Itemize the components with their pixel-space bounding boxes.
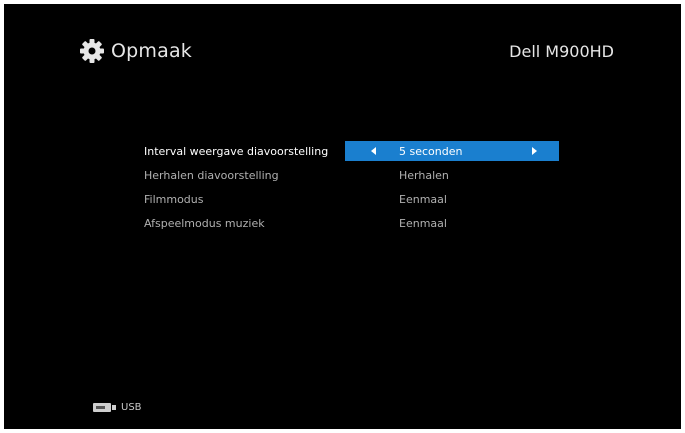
gear-icon (80, 39, 104, 63)
menu-item-slideshow-interval[interactable]: Interval weergave diavoorstelling 5 seco… (4, 141, 681, 161)
osd-screen: Opmaak Dell M900HD Interval weergave dia… (4, 4, 681, 429)
menu-item-label: Interval weergave diavoorstelling (144, 145, 329, 158)
arrow-right-icon[interactable] (532, 147, 537, 155)
menu-item-value: Eenmaal (399, 193, 447, 206)
projector-model: Dell M900HD (509, 42, 614, 61)
value-selector[interactable]: 5 seconden (345, 141, 559, 161)
page-title: Opmaak (111, 40, 193, 62)
menu-item-music-playmode[interactable]: Afspeelmodus muziek Eenmaal (4, 213, 681, 233)
menu-item-label: Herhalen diavoorstelling (144, 169, 279, 182)
menu-item-film-mode[interactable]: Filmmodus Eenmaal (4, 189, 681, 209)
page-header: Opmaak (79, 38, 192, 64)
arrow-left-icon[interactable] (371, 147, 376, 155)
menu-item-slideshow-repeat[interactable]: Herhalen diavoorstelling Herhalen (4, 165, 681, 185)
menu-item-value: Herhalen (399, 169, 449, 182)
menu-item-label: Afspeelmodus muziek (144, 217, 265, 230)
source-label: USB (121, 402, 142, 413)
menu-item-label: Filmmodus (144, 193, 204, 206)
source-indicator: USB (93, 402, 142, 413)
menu-item-value: 5 seconden (399, 145, 463, 158)
menu-item-value: Eenmaal (399, 217, 447, 230)
usb-icon (93, 403, 116, 412)
